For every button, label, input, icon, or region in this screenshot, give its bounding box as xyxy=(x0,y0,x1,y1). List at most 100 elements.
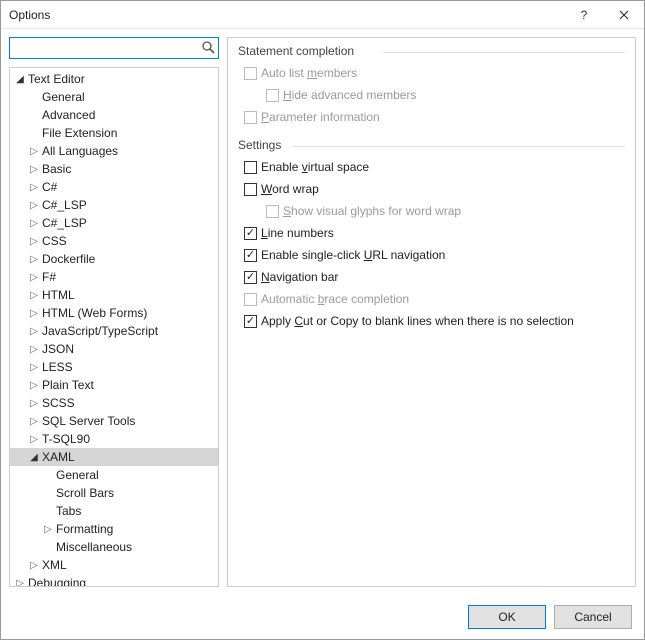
chevron-right-icon[interactable]: ▷ xyxy=(28,218,40,229)
tree-item[interactable]: ▷C# xyxy=(10,178,218,196)
right-panel: Statement completion Auto list membersHi… xyxy=(227,37,636,587)
option-row: Apply Cut or Copy to blank lines when th… xyxy=(238,310,625,332)
chevron-right-icon[interactable]: ▷ xyxy=(28,164,40,175)
chevron-right-icon[interactable]: ▷ xyxy=(28,560,40,571)
tree-item-label: SQL Server Tools xyxy=(40,414,135,428)
tree-item[interactable]: General xyxy=(10,88,218,106)
search-wrap xyxy=(9,37,219,59)
tree-item[interactable]: Miscellaneous xyxy=(10,538,218,556)
checkbox[interactable] xyxy=(244,271,257,284)
tree-item-label: Tabs xyxy=(54,504,81,518)
tree-item[interactable]: ▷All Languages xyxy=(10,142,218,160)
checkbox[interactable] xyxy=(244,227,257,240)
window-title: Options xyxy=(9,8,564,22)
checkbox[interactable] xyxy=(244,183,257,196)
left-column: ◢Text Editor General Advanced File Extensio… xyxy=(9,37,219,587)
help-button[interactable]: ? xyxy=(564,1,604,29)
option-label: Auto list members xyxy=(261,66,357,80)
chevron-right-icon[interactable]: ▷ xyxy=(28,344,40,355)
tree-item-label: C#_LSP xyxy=(40,198,87,212)
option-label: Parameter information xyxy=(261,110,380,124)
tree-item[interactable]: Tabs xyxy=(10,502,218,520)
chevron-right-icon[interactable]: ▷ xyxy=(28,272,40,283)
chevron-right-icon[interactable]: ▷ xyxy=(28,200,40,211)
option-row: Word wrap xyxy=(238,178,625,200)
tree-item-label: Advanced xyxy=(40,108,95,122)
tree-item[interactable]: File Extension xyxy=(10,124,218,142)
checkbox xyxy=(266,205,279,218)
tree-item[interactable]: ▷C#_LSP xyxy=(10,214,218,232)
tree-item[interactable]: ▷Formatting xyxy=(10,520,218,538)
tree-item[interactable]: ▷Debugging xyxy=(10,574,218,586)
tree-item-label: HTML (Web Forms) xyxy=(40,306,147,320)
dialog-footer: OK Cancel xyxy=(1,595,644,639)
dialog-content: ◢Text Editor General Advanced File Extensio… xyxy=(1,29,644,595)
checkbox[interactable] xyxy=(244,161,257,174)
checkbox xyxy=(266,89,279,102)
checkbox[interactable] xyxy=(244,315,257,328)
tree-item-label: General xyxy=(54,468,99,482)
tree-item[interactable]: ▷JSON xyxy=(10,340,218,358)
options-tree[interactable]: ◢Text Editor General Advanced File Extensio… xyxy=(10,68,218,586)
tree-item[interactable]: ▷Basic xyxy=(10,160,218,178)
tree-item-label: Debugging xyxy=(26,576,86,586)
tree-item-label: Formatting xyxy=(54,522,113,536)
chevron-right-icon[interactable]: ▷ xyxy=(28,290,40,301)
tree-item-label: C#_LSP xyxy=(40,216,87,230)
chevron-right-icon[interactable]: ▷ xyxy=(28,434,40,445)
tree-item[interactable]: ◢Text Editor xyxy=(10,70,218,88)
cancel-button[interactable]: Cancel xyxy=(554,605,632,629)
tree-item[interactable]: Advanced xyxy=(10,106,218,124)
checkbox xyxy=(244,111,257,124)
chevron-right-icon[interactable]: ▷ xyxy=(28,182,40,193)
chevron-right-icon[interactable]: ▷ xyxy=(28,236,40,247)
checkbox[interactable] xyxy=(244,249,257,262)
option-row: Show visual glyphs for word wrap xyxy=(238,200,625,222)
option-row: Enable virtual space xyxy=(238,156,625,178)
chevron-down-icon[interactable]: ◢ xyxy=(28,452,40,463)
search-icon[interactable] xyxy=(201,40,215,57)
checkbox xyxy=(244,67,257,80)
group-statement-completion: Statement completion Auto list membersHi… xyxy=(238,44,625,128)
tree-item[interactable]: ▷HTML xyxy=(10,286,218,304)
chevron-right-icon[interactable]: ▷ xyxy=(14,578,26,587)
titlebar: Options ? xyxy=(1,1,644,29)
option-label: Apply Cut or Copy to blank lines when th… xyxy=(261,314,574,328)
ok-button[interactable]: OK xyxy=(468,605,546,629)
chevron-right-icon[interactable]: ▷ xyxy=(42,524,54,535)
chevron-right-icon[interactable]: ▷ xyxy=(28,362,40,373)
tree-item[interactable]: ▷JavaScript/TypeScript xyxy=(10,322,218,340)
chevron-right-icon[interactable]: ▷ xyxy=(28,398,40,409)
tree-item[interactable]: ▷C#_LSP xyxy=(10,196,218,214)
tree-item[interactable]: ▷SQL Server Tools xyxy=(10,412,218,430)
tree-item[interactable]: ▷T-SQL90 xyxy=(10,430,218,448)
tree-item[interactable]: ▷CSS xyxy=(10,232,218,250)
chevron-right-icon[interactable]: ▷ xyxy=(28,146,40,157)
tree-item-label: General xyxy=(40,90,85,104)
tree-item[interactable]: Scroll Bars xyxy=(10,484,218,502)
tree-item[interactable]: ▷HTML (Web Forms) xyxy=(10,304,218,322)
option-row: Hide advanced members xyxy=(238,84,625,106)
chevron-right-icon[interactable]: ▷ xyxy=(28,380,40,391)
tree-item-label: C# xyxy=(40,180,57,194)
tree-item[interactable]: General xyxy=(10,466,218,484)
tree-item[interactable]: ▷SCSS xyxy=(10,394,218,412)
option-label: Word wrap xyxy=(261,182,319,196)
chevron-right-icon[interactable]: ▷ xyxy=(28,308,40,319)
chevron-right-icon[interactable]: ▷ xyxy=(28,326,40,337)
tree-item-label: T-SQL90 xyxy=(40,432,90,446)
close-button[interactable] xyxy=(604,1,644,29)
tree-item[interactable]: ▷XML xyxy=(10,556,218,574)
chevron-right-icon[interactable]: ▷ xyxy=(28,254,40,265)
tree-item-label: JSON xyxy=(40,342,74,356)
tree-item[interactable]: ▷Dockerfile xyxy=(10,250,218,268)
chevron-right-icon[interactable]: ▷ xyxy=(28,416,40,427)
tree-item[interactable]: ▷LESS xyxy=(10,358,218,376)
chevron-down-icon[interactable]: ◢ xyxy=(14,74,26,85)
tree-item[interactable]: ◢XAML xyxy=(10,448,218,466)
tree-item[interactable]: ▷F# xyxy=(10,268,218,286)
tree-item-label: JavaScript/TypeScript xyxy=(40,324,158,338)
tree-item[interactable]: ▷Plain Text xyxy=(10,376,218,394)
option-row: Auto list members xyxy=(238,62,625,84)
search-input[interactable] xyxy=(9,37,219,59)
